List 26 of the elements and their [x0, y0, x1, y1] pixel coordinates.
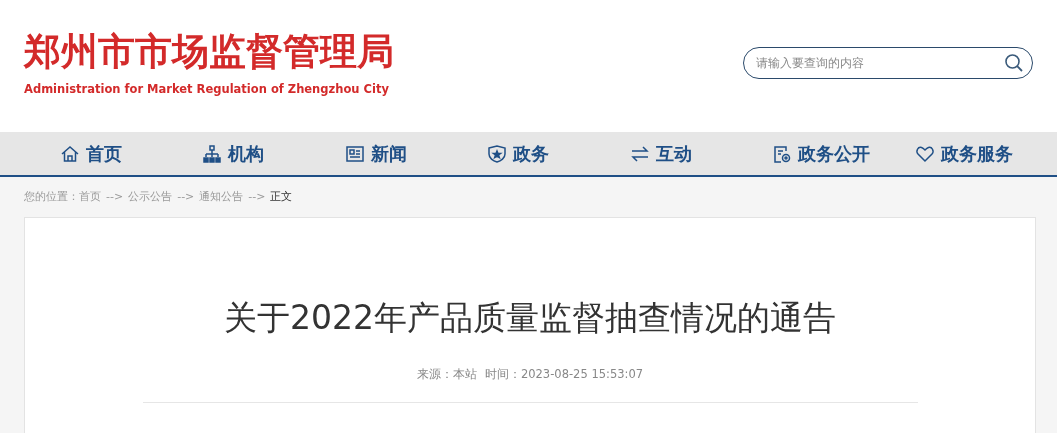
org-icon[interactable] [202, 143, 223, 164]
search-field[interactable]: 请输入要查询的内容 [754, 55, 1004, 71]
nav-link[interactable]: 新闻 [370, 141, 407, 166]
nav-link[interactable]: 首页 [86, 141, 122, 166]
search-box[interactable]: 请输入要查询的内容 [743, 47, 1033, 79]
breadcrumb-separator: --> [248, 189, 266, 203]
breadcrumb-separator: --> [106, 189, 124, 203]
nav-link[interactable]: 政务公开 [798, 141, 871, 166]
shield-icon[interactable] [487, 143, 508, 164]
breadcrumb-current: 正文 [270, 188, 293, 204]
article-title: 关于2022年产品质量监督抽查情况的通告 [224, 297, 836, 339]
home-icon[interactable] [60, 143, 80, 164]
swap-icon[interactable] [629, 143, 650, 164]
site-title: 郑州市市场监督管理局 [24, 30, 394, 74]
search-icon[interactable] [1004, 53, 1024, 73]
nav-link[interactable]: 机构 [228, 141, 265, 166]
news-icon[interactable] [344, 143, 365, 164]
article-time: 时间：2023-08-25 15:53:07 [484, 367, 644, 382]
site-subtitle: Administration for Market Regulation of Zhengzhou City [24, 82, 390, 96]
doc-icon[interactable] [772, 143, 793, 164]
breadcrumb-label: 您的位置： [24, 188, 79, 204]
breadcrumb-separator: --> [177, 189, 195, 203]
nav-link[interactable]: 互动 [655, 141, 692, 166]
nav-link[interactable]: 政务 [513, 141, 550, 166]
article-source: 来源：本站 [416, 367, 477, 382]
nav-link[interactable]: 政务服务 [940, 141, 1013, 166]
